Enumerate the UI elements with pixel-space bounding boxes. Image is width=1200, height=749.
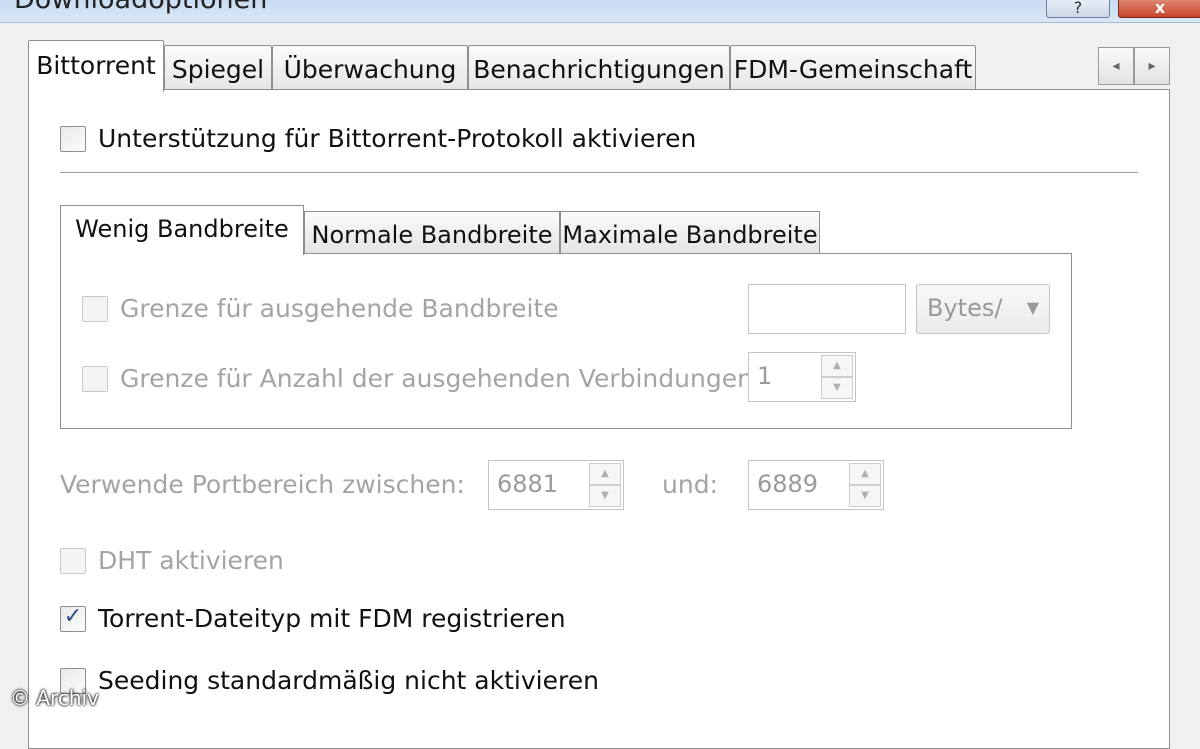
connections-limit-value: 1 — [757, 362, 773, 390]
dht-row[interactable]: DHT aktivieren — [60, 546, 284, 575]
spin-up-icon[interactable]: ▲ — [821, 355, 853, 377]
dht-checkbox[interactable] — [60, 547, 86, 574]
port-from-spin-buttons: ▲ ▼ — [589, 463, 621, 507]
tab-normale-bandbreite[interactable]: Normale Bandbreite — [304, 211, 560, 253]
connections-limit-label: Grenze für Anzahl der ausgehenden Verbin… — [120, 364, 753, 393]
seeding-label: Seeding standardmäßig nicht aktivieren — [98, 666, 599, 695]
tab-wenig-bandbreite[interactable]: Wenig Bandbreite — [60, 205, 304, 255]
copyright-watermark: © Archiv — [10, 686, 99, 710]
spin-down-icon[interactable]: ▼ — [821, 377, 853, 399]
connections-limit-checkbox[interactable] — [82, 365, 108, 392]
port-to-value: 6889 — [757, 470, 819, 498]
outgoing-limit-row[interactable]: Grenze für ausgehende Bandbreite — [82, 294, 559, 323]
spin-up-icon[interactable]: ▲ — [589, 463, 621, 485]
outgoing-limit-label: Grenze für ausgehende Bandbreite — [120, 294, 559, 323]
bittorrent-content: Unterstützung für Bittorrent-Protokoll a… — [0, 0, 1200, 720]
register-filetype-checkbox[interactable]: ✓ — [60, 603, 86, 632]
connections-limit-spin-buttons: ▲ ▼ — [821, 355, 853, 399]
checkmark-icon: ✓ — [63, 603, 83, 629]
section-divider — [60, 172, 1138, 173]
outgoing-limit-input[interactable] — [748, 284, 906, 334]
enable-bittorrent-label: Unterstützung für Bittorrent-Protokoll a… — [98, 124, 697, 153]
port-to-spin-buttons: ▲ ▼ — [849, 463, 881, 507]
outgoing-limit-unit-value: Bytes/ — [927, 294, 1003, 322]
connections-limit-row[interactable]: Grenze für Anzahl der ausgehenden Verbin… — [82, 364, 753, 393]
port-and-label: und: — [662, 470, 718, 499]
outgoing-limit-unit-select[interactable]: Bytes/ ▼ — [916, 284, 1050, 334]
seeding-row[interactable]: Seeding standardmäßig nicht aktivieren — [60, 666, 599, 695]
register-filetype-label: Torrent-Dateityp mit FDM registrieren — [98, 604, 566, 633]
spin-down-icon[interactable]: ▼ — [589, 485, 621, 507]
register-filetype-row[interactable]: ✓ Torrent-Dateityp mit FDM registrieren — [60, 604, 566, 633]
spin-up-icon[interactable]: ▲ — [849, 463, 881, 485]
spin-down-icon[interactable]: ▼ — [849, 485, 881, 507]
port-range-label: Verwende Portbereich zwischen: — [60, 470, 465, 499]
enable-bittorrent-row[interactable]: Unterstützung für Bittorrent-Protokoll a… — [60, 124, 696, 153]
chevron-down-icon: ▼ — [1026, 298, 1039, 317]
bandwidth-panel — [60, 253, 1072, 429]
port-from-value: 6881 — [497, 470, 559, 498]
tab-maximale-bandbreite[interactable]: Maximale Bandbreite — [560, 211, 820, 253]
connections-limit-stepper[interactable]: 1 ▲ ▼ — [748, 352, 856, 402]
outgoing-limit-checkbox[interactable] — [82, 295, 108, 322]
port-from-stepper[interactable]: 6881 ▲ ▼ — [488, 460, 624, 510]
enable-bittorrent-checkbox[interactable] — [60, 125, 86, 152]
dht-label: DHT aktivieren — [98, 546, 284, 575]
port-to-stepper[interactable]: 6889 ▲ ▼ — [748, 460, 884, 510]
